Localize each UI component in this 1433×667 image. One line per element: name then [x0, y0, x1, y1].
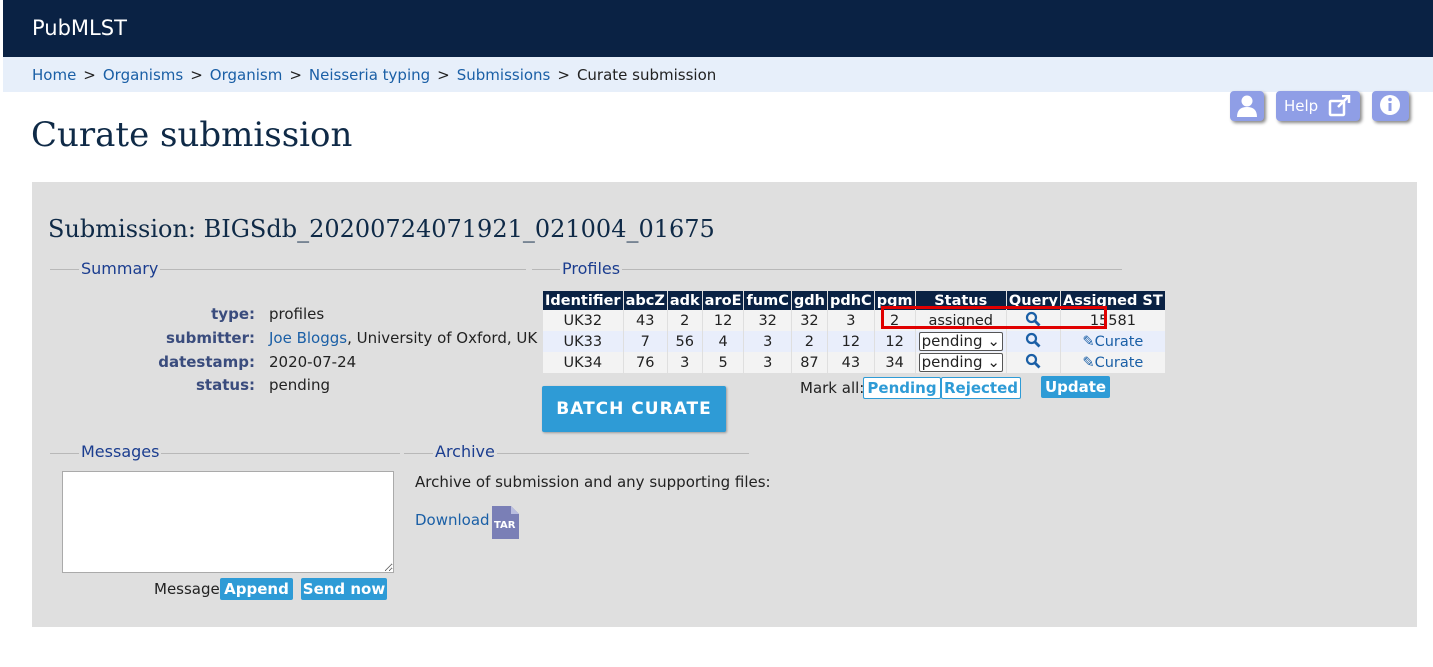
batch-curate-button[interactable]: BATCH CURATE [542, 386, 726, 432]
pencil-icon: ✎ [1082, 354, 1095, 371]
col-gdh: gdh [791, 291, 828, 310]
page-title: Curate submission [31, 115, 353, 155]
profile-row: UK34 76 3 5 3 87 43 34 pending ⌄ ✎Curate [543, 352, 1166, 373]
cell-allele: 3 [667, 352, 703, 373]
cell-allele: 12 [702, 310, 745, 331]
type-key: type: [211, 305, 255, 323]
col-identifier: Identifier [543, 291, 624, 310]
summary-legend: Summary [79, 259, 161, 278]
breadcrumb-neisseria-typing[interactable]: Neisseria typing [309, 66, 430, 84]
status-value: pending [269, 376, 330, 394]
cell-allele: 5 [702, 352, 745, 373]
messages-legend: Messages [79, 442, 162, 461]
mark-rejected-button[interactable]: Rejected [941, 377, 1021, 399]
breadcrumb: Home > Organisms > Organism > Neisseria typing… [32, 66, 717, 84]
message-label: Message: [154, 580, 225, 598]
search-icon [1026, 332, 1041, 347]
submission-panel: Submission: BIGSdb_20200724071921_021004… [32, 182, 1417, 627]
tar-file-icon[interactable]: TAR [492, 506, 519, 539]
submitter-link[interactable]: Joe Bloggs [269, 329, 347, 347]
archive-description: Archive of submission and any supporting… [415, 473, 771, 491]
cell-allele: 76 [623, 352, 668, 373]
breadcrumb-current: Curate submission [576, 66, 717, 84]
profile-row: UK33 7 56 4 3 2 12 12 pending ⌄ ✎Curate [543, 331, 1166, 352]
cell-identifier: UK34 [543, 352, 624, 373]
external-link-icon [1328, 95, 1351, 117]
top-header: PubMLST [3, 0, 1433, 57]
update-button[interactable]: Update [1041, 376, 1110, 398]
cell-allele: 87 [791, 352, 828, 373]
col-pdhc: pdhC [827, 291, 875, 310]
status-select[interactable]: pending ⌄ [918, 353, 1003, 372]
cell-allele: 2 [791, 331, 828, 352]
cell-allele: 43 [623, 310, 668, 331]
tar-badge: TAR [494, 520, 516, 531]
curate-link[interactable]: ✎Curate [1082, 355, 1143, 371]
type-value: profiles [269, 305, 325, 323]
breadcrumb-organism[interactable]: Organism [210, 66, 283, 84]
datestamp-value: 2020-07-24 [269, 353, 357, 371]
cell-allele: 32 [743, 310, 792, 331]
status-select[interactable]: pending ⌄ [918, 332, 1003, 351]
query-link[interactable] [1006, 352, 1062, 373]
mark-all-label: Mark all: [800, 379, 865, 397]
curate-link[interactable]: ✎Curate [1082, 334, 1143, 350]
user-account-button[interactable] [1230, 91, 1264, 121]
cell-allele: 43 [827, 352, 875, 373]
send-now-button[interactable]: Send now [301, 578, 387, 600]
query-link[interactable] [1006, 331, 1062, 352]
site-brand[interactable]: PubMLST [32, 16, 127, 40]
help-button[interactable]: Help [1276, 91, 1360, 121]
info-icon [1380, 95, 1400, 115]
cell-allele: 12 [827, 331, 875, 352]
cell-allele: 3 [827, 310, 875, 331]
search-icon [1026, 353, 1041, 368]
mark-pending-button[interactable]: Pending [863, 377, 941, 399]
cell-allele: 3 [743, 331, 792, 352]
info-button[interactable] [1372, 91, 1409, 121]
submitter-org: , University of Oxford, UK [347, 329, 538, 347]
highlight-box [881, 306, 1107, 329]
cell-allele: 56 [667, 331, 703, 352]
cell-allele: 4 [702, 331, 745, 352]
submitter-key: submitter: [165, 329, 255, 347]
profiles-table: Identifier abcZ adk aroE fumC gdh pdhC p… [543, 291, 1166, 373]
cell-identifier: UK32 [543, 310, 624, 331]
status-key: status: [196, 376, 255, 394]
breadcrumb-organisms[interactable]: Organisms [103, 66, 183, 84]
breadcrumb-bar: Home > Organisms > Organism > Neisseria typing… [3, 57, 1433, 92]
pencil-icon: ✎ [1082, 333, 1095, 350]
cell-allele: 3 [743, 352, 792, 373]
breadcrumb-home[interactable]: Home [32, 66, 76, 84]
download-link[interactable]: Download [415, 511, 490, 529]
cell-allele: 12 [874, 331, 916, 352]
chevron-down-icon: ⌄ [987, 353, 1000, 371]
cell-allele: 34 [874, 352, 916, 373]
chevron-down-icon: ⌄ [987, 332, 1000, 350]
cell-allele: 32 [791, 310, 828, 331]
submission-title: Submission: BIGSdb_20200724071921_021004… [48, 215, 715, 243]
message-textarea[interactable] [62, 471, 394, 573]
col-adk: adk [667, 291, 703, 310]
user-icon [1237, 95, 1257, 117]
cell-allele: 2 [667, 310, 703, 331]
archive-legend: Archive [433, 442, 497, 461]
col-aroe: aroE [702, 291, 745, 310]
cell-identifier: UK33 [543, 331, 624, 352]
breadcrumb-submissions[interactable]: Submissions [457, 66, 551, 84]
help-label: Help [1284, 97, 1319, 115]
col-abcz: abcZ [623, 291, 668, 310]
cell-allele: 7 [623, 331, 668, 352]
append-button[interactable]: Append [220, 578, 293, 600]
col-fumc: fumC [743, 291, 792, 310]
datestamp-key: datestamp: [158, 353, 255, 371]
profiles-legend: Profiles [560, 259, 623, 278]
